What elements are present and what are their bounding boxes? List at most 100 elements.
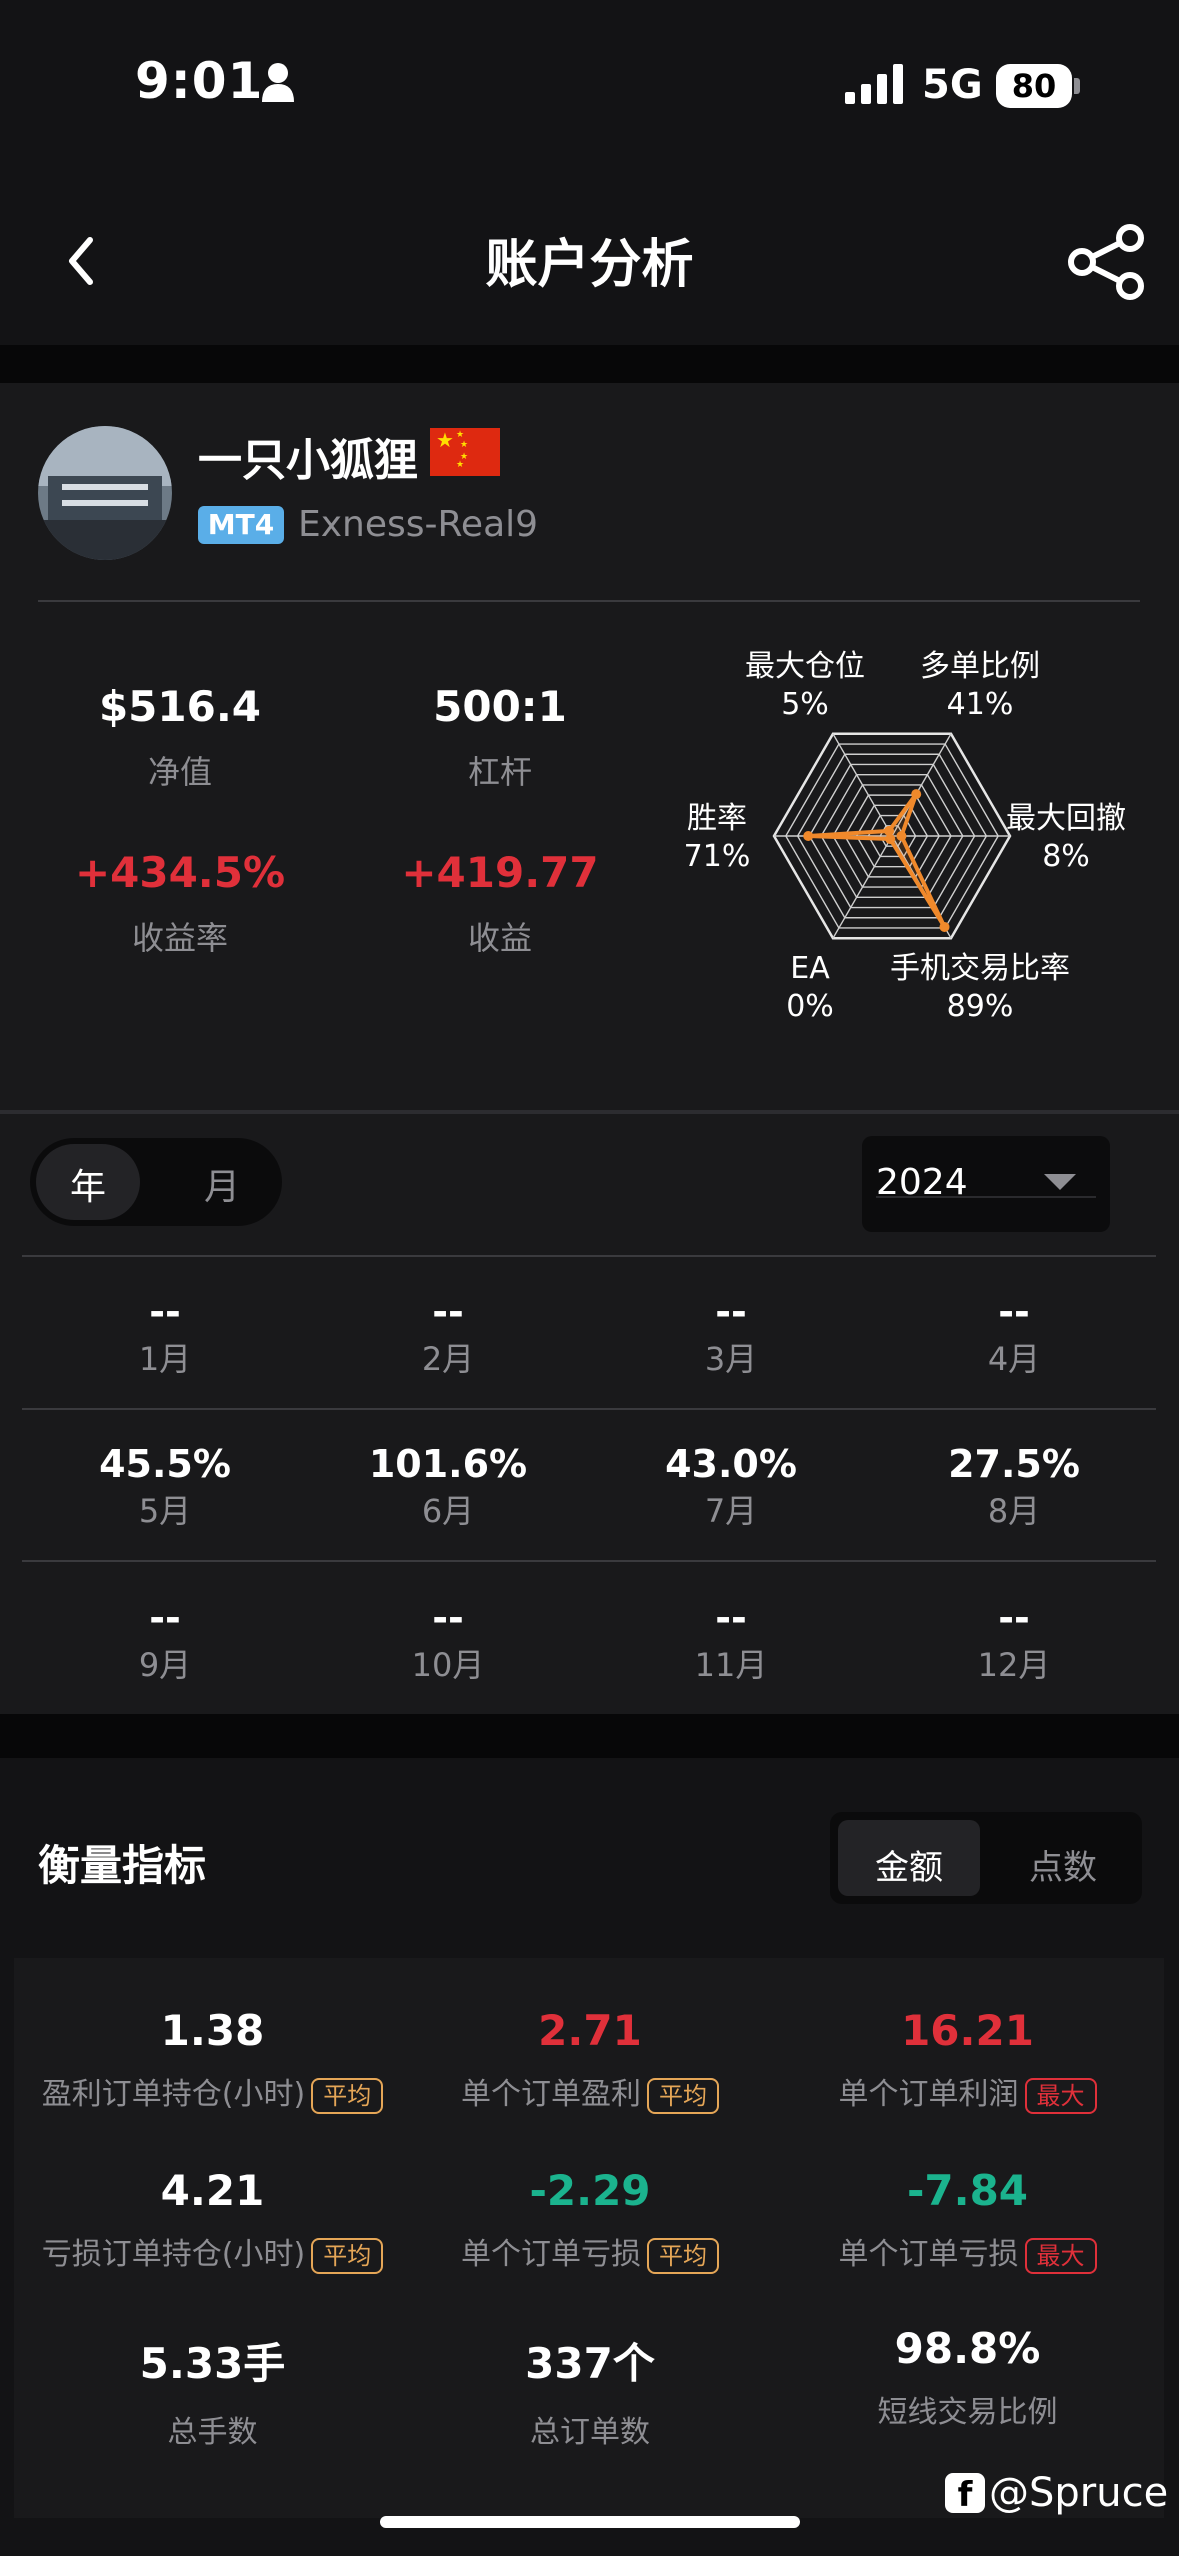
month-cell[interactable]: -- 1月: [65, 1290, 265, 1380]
month-cell[interactable]: 101.6% 6月: [348, 1442, 548, 1532]
battery-indicator: 80: [996, 64, 1072, 108]
metric-label: 总手数: [167, 2415, 258, 2450]
china-flag-icon: ★ ★ ★ ★ ★: [430, 428, 500, 476]
return-rate-value: +434.5%: [74, 848, 286, 897]
metric-value: 2.71: [538, 2006, 642, 2055]
month-label: 1月: [138, 1340, 192, 1378]
facebook-icon: f: [945, 2473, 985, 2515]
month-label: 8月: [987, 1492, 1041, 1530]
radar-label-long-ratio: 多单比例: [920, 649, 1040, 684]
home-indicator[interactable]: [380, 2516, 800, 2528]
period-month-option[interactable]: 月: [170, 1158, 274, 1210]
month-value: --: [715, 1596, 747, 1640]
month-cell[interactable]: -- 9月: [65, 1596, 265, 1686]
month-label: 6月: [421, 1492, 475, 1530]
metric-label: 单个订单亏损: [461, 2237, 641, 2272]
month-label: 11月: [694, 1646, 768, 1684]
period-year-option[interactable]: 年: [36, 1158, 140, 1210]
metric-label: 盈利订单持仓(小时): [41, 2077, 306, 2112]
radar-label-max-position: 最大仓位: [745, 649, 865, 684]
month-cell[interactable]: 27.5% 8月: [914, 1442, 1114, 1532]
radar-value-long-ratio: 41%: [946, 687, 1014, 722]
month-value: 45.5%: [99, 1442, 231, 1486]
metric-value: 1.38: [160, 2006, 265, 2055]
month-label: 5月: [138, 1492, 192, 1530]
month-cell[interactable]: -- 4月: [914, 1290, 1114, 1380]
radar-value-mobile-ratio: 89%: [946, 989, 1014, 1024]
metric-tag: 最大: [1024, 2237, 1097, 2274]
month-cell[interactable]: -- 2月: [348, 1290, 548, 1380]
month-value: --: [149, 1596, 181, 1640]
equity-value: $516.4: [98, 682, 262, 731]
metrics-points-option[interactable]: 点数: [992, 1840, 1134, 1889]
radar-label-max-drawdown: 最大回撤: [1006, 801, 1126, 836]
month-cell[interactable]: 43.0% 7月: [631, 1442, 831, 1532]
month-value: --: [715, 1290, 747, 1334]
metric-tag: 最大: [1024, 2077, 1097, 2114]
equity-label: 净值: [147, 753, 212, 791]
month-label: 7月: [704, 1492, 758, 1530]
chevron-down-icon: [1044, 1174, 1076, 1190]
month-value: --: [998, 1596, 1030, 1640]
leverage-value: 500:1: [433, 682, 567, 731]
watermark-text: @Spruce: [989, 2470, 1169, 2516]
month-cell[interactable]: -- 3月: [631, 1290, 831, 1380]
server-name: Exness-Real9: [298, 504, 539, 545]
radar-point-3: [896, 831, 907, 841]
person-icon: [262, 63, 294, 102]
month-value: 101.6%: [368, 1442, 528, 1486]
month-cell[interactable]: -- 10月: [348, 1596, 548, 1686]
radar-value-ea: 0%: [786, 989, 834, 1024]
month-value: --: [432, 1596, 464, 1640]
return-rate-label: 收益率: [131, 919, 228, 957]
metrics-title: 衡量指标: [38, 1841, 207, 1890]
platform-badge: MT4: [198, 506, 284, 544]
metric-label: 亏损订单持仓(小时): [41, 2237, 306, 2272]
month-label: 9月: [138, 1646, 192, 1684]
metric-label: 单个订单亏损: [838, 2237, 1019, 2272]
month-label: 3月: [704, 1340, 758, 1378]
metric-label: 短线交易比例: [877, 2395, 1058, 2430]
radar-label-ea: EA: [790, 951, 830, 986]
status-time: 9:01: [135, 52, 264, 110]
metric-value: 5.33手: [139, 2339, 286, 2388]
signal-icon: [845, 64, 903, 104]
divider: [38, 600, 1140, 602]
month-label: 2月: [421, 1340, 475, 1378]
month-cell[interactable]: 45.5% 5月: [65, 1442, 265, 1532]
metric-label: 单个订单利润: [838, 2077, 1019, 2112]
month-label: 12月: [977, 1646, 1051, 1684]
metric-tag: 平均: [647, 2237, 719, 2274]
month-value: --: [998, 1290, 1030, 1334]
metric-label: 单个订单盈利: [461, 2077, 641, 2112]
metric-tag: 平均: [311, 2077, 384, 2114]
month-cell[interactable]: -- 11月: [631, 1596, 831, 1686]
leverage-label: 杠杆: [467, 753, 532, 791]
radar-value-max-position: 5%: [781, 687, 829, 722]
month-value: 43.0%: [665, 1442, 797, 1486]
month-value: --: [149, 1290, 181, 1334]
month-value: 27.5%: [948, 1442, 1080, 1486]
battery-cap: [1074, 78, 1080, 94]
metric-value: 16.21: [901, 2006, 1034, 2055]
radar-point-6: [803, 831, 814, 841]
divider: [22, 1255, 1156, 1257]
share-icon[interactable]: [1068, 224, 1148, 300]
user-name: 一只小狐狸: [198, 435, 418, 486]
avatar[interactable]: [38, 426, 172, 560]
radar-point-4: [939, 921, 950, 932]
metric-value: 337个: [525, 2339, 655, 2388]
radar-label-win-rate: 胜率: [687, 801, 747, 836]
metric-value: -7.84: [906, 2166, 1029, 2215]
metrics-amount-option[interactable]: 金额: [838, 1840, 980, 1889]
month-label: 10月: [411, 1646, 485, 1684]
profit-value: +419.77: [401, 848, 599, 897]
radar-value-max-drawdown: 8%: [1042, 839, 1090, 874]
radar-label-mobile-ratio: 手机交易比率: [890, 951, 1070, 986]
month-cell[interactable]: -- 12月: [914, 1596, 1114, 1686]
month-label: 4月: [987, 1340, 1041, 1378]
radar-value-win-rate: 71%: [683, 839, 751, 874]
radar-point-2: [911, 789, 922, 800]
month-value: --: [432, 1290, 464, 1334]
metric-value: -2.29: [529, 2166, 651, 2215]
